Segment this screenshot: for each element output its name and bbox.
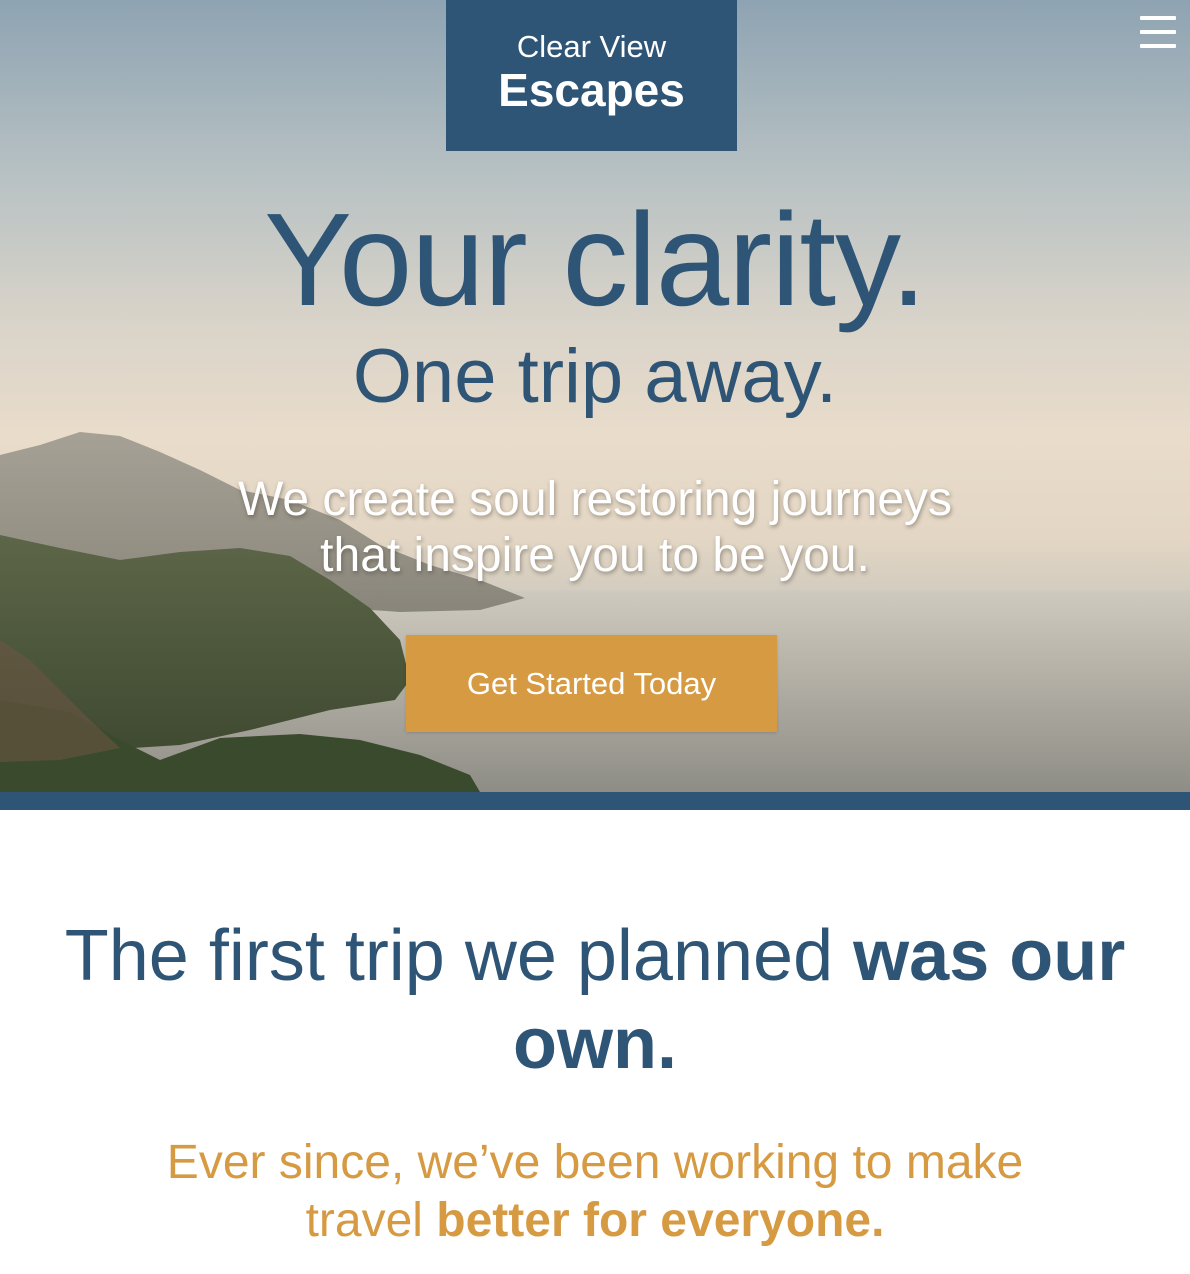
hero-tagline-line2: that inspire you to be you. <box>320 529 870 582</box>
menu-bar <box>1140 16 1176 20</box>
story-sub-bold: better for everyone. <box>436 1194 885 1247</box>
story-heading-light: The first trip we planned <box>64 916 834 996</box>
hero-subheadline: One trip away. <box>352 334 838 419</box>
hero-tagline-line1: We create soul restoring journeys <box>237 473 953 526</box>
get-started-button[interactable]: Get Started Today <box>406 635 777 732</box>
hero-section: Clear View Escapes Your clarity. One tri… <box>0 0 1190 792</box>
brand-name-line1: Clear View <box>516 29 667 64</box>
story-heading: The first trip we planned was our own. <box>20 912 1170 1088</box>
hero-divider <box>0 792 1190 810</box>
brand-name-line2: Escapes <box>498 64 685 116</box>
hamburger-menu-icon[interactable] <box>1140 16 1178 50</box>
brand-logo[interactable]: Clear View Escapes <box>446 0 737 151</box>
menu-bar <box>1140 44 1176 48</box>
hero-tagline: We create soul restoring journeys that i… <box>195 472 995 584</box>
hero-headline: Your clarity. <box>264 186 927 333</box>
menu-bar <box>1140 30 1176 34</box>
story-subheading: Ever since, we’ve been working to make t… <box>120 1134 1070 1250</box>
